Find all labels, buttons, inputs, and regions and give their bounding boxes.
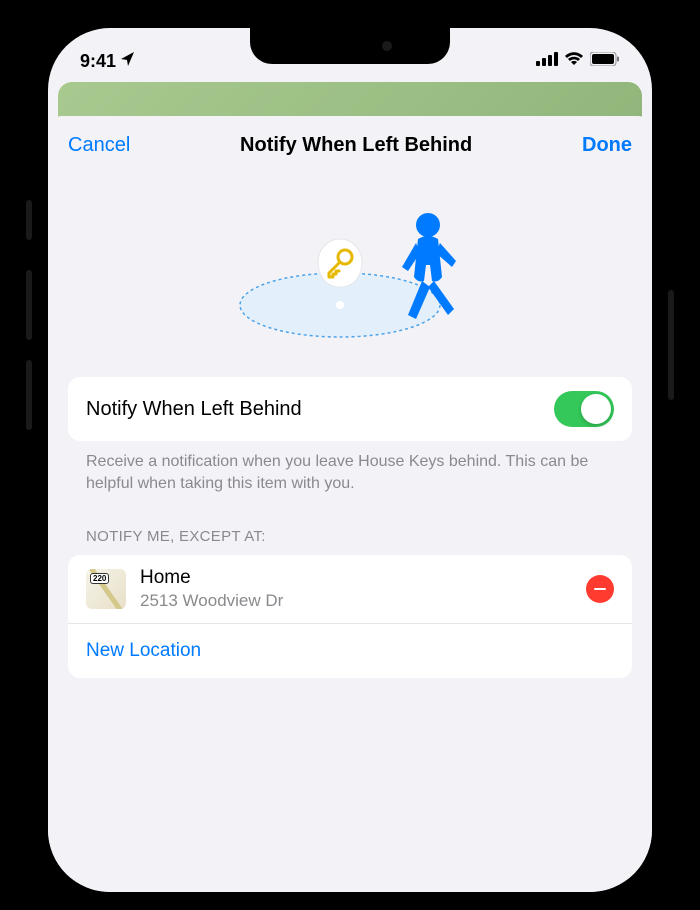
camera-dot [382, 41, 392, 51]
status-time: 9:41 [80, 51, 116, 72]
toggle-knob [581, 394, 611, 424]
exceptions-header: NOTIFY ME, EXCEPT AT: [68, 520, 632, 555]
modal-header: Cancel Notify When Left Behind Done [68, 116, 632, 175]
toggle-label: Notify When Left Behind [86, 398, 302, 421]
delete-location-button[interactable] [586, 575, 614, 603]
location-address: 2513 Woodview Dr [140, 591, 572, 611]
modal-title: Notify When Left Behind [240, 134, 472, 157]
notify-toggle-row: Notify When Left Behind [68, 377, 632, 441]
battery-icon [590, 52, 620, 71]
description-text: Receive a notification when you leave Ho… [68, 441, 632, 520]
cancel-button[interactable]: Cancel [68, 134, 130, 157]
map-thumbnail: 220 [86, 569, 126, 609]
notify-toggle-card: Notify When Left Behind [68, 377, 632, 441]
phone-frame: 9:41 Cancel Notify When [30, 10, 670, 910]
modal-sheet: Cancel Notify When Left Behind Done [48, 116, 652, 892]
exceptions-card: 220 Home 2513 Woodview Dr New Location [68, 555, 632, 678]
location-row-home[interactable]: 220 Home 2513 Woodview Dr [68, 555, 632, 624]
notch [250, 28, 450, 64]
volume-down [26, 360, 32, 430]
power-button [668, 290, 674, 400]
wifi-icon [564, 52, 584, 71]
notify-toggle[interactable] [554, 391, 614, 427]
location-text: Home 2513 Woodview Dr [140, 567, 572, 611]
illustration [68, 175, 632, 377]
cellular-icon [536, 52, 558, 71]
route-shield: 220 [90, 573, 109, 584]
status-right [536, 52, 620, 71]
volume-up [26, 270, 32, 340]
location-arrow-icon [120, 51, 136, 72]
location-name: Home [140, 567, 572, 589]
screen: 9:41 Cancel Notify When [48, 28, 652, 892]
done-button[interactable]: Done [582, 134, 632, 157]
mute-switch [26, 200, 32, 240]
status-left: 9:41 [80, 51, 136, 72]
new-location-button[interactable]: New Location [68, 624, 632, 678]
